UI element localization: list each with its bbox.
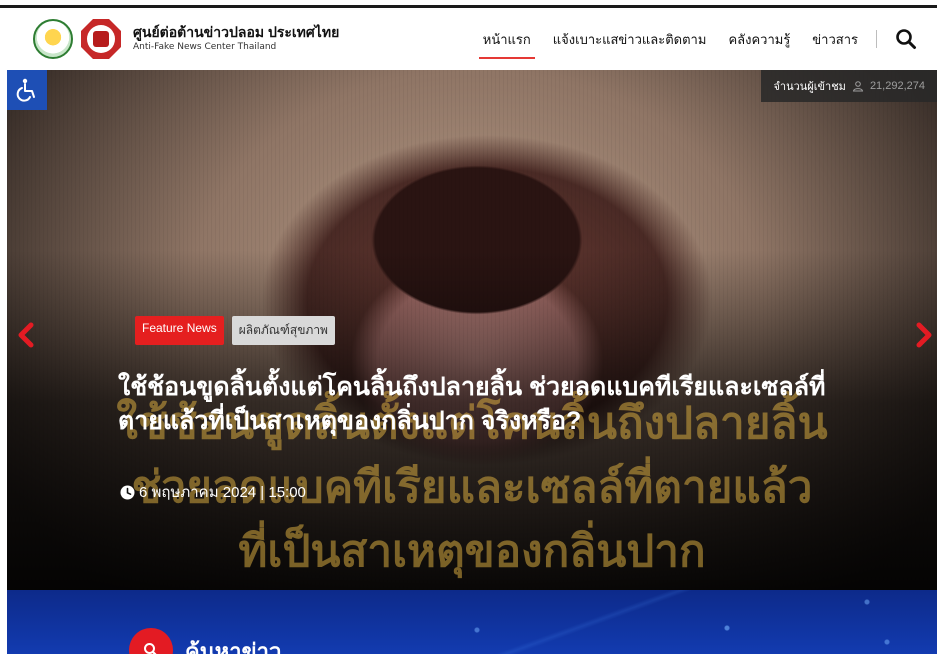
accessibility-button[interactable] (7, 70, 47, 110)
chevron-left-icon[interactable] (16, 322, 36, 348)
nav-divider (876, 30, 877, 48)
article-date-text: 6 พฤษภาคม 2024 | 15:00 (139, 484, 306, 501)
article-tags: Feature News ผลิตภัณฑ์สุขภาพ (135, 316, 335, 345)
visitor-label: จำนวนผู้เข้าชม (773, 81, 846, 93)
brand-title-en: Anti-Fake News Center Thailand (133, 41, 277, 52)
article-headline[interactable]: ใช้ช้อนขูดลิ้นตั้งแต่โคนลิ้นถึงปลายลิ้น … (118, 370, 848, 438)
site-header: ศูนย์ต่อต้านข่าวปลอม ประเทศไทย Anti-Fake… (0, 8, 937, 70)
article-date: 6 พฤษภาคม 2024 | 15:00 (120, 480, 306, 504)
wheelchair-icon (16, 78, 35, 102)
brand-title-th: ศูนย์ต่อต้านข่าวปลอม ประเทศไทย (133, 24, 340, 41)
nav-news[interactable]: ข่าวสาร (812, 8, 858, 70)
tag-health-products[interactable]: ผลิตภัณฑ์สุขภาพ (231, 316, 335, 345)
nav-home[interactable]: หน้าแรก (478, 8, 535, 70)
user-icon (852, 81, 864, 92)
top-border (0, 0, 937, 8)
nav-knowledge[interactable]: คลังความรู้ (728, 8, 790, 70)
nav-report-news[interactable]: แจ้งเบาะแสข่าวและติดตาม (553, 8, 707, 70)
visitor-counter: จำนวนผู้เข้าชม 21,292,274 (761, 70, 937, 102)
chevron-right-icon[interactable] (914, 322, 934, 348)
government-seal-logo (33, 19, 73, 59)
visitor-count: 21,292,274 (869, 80, 925, 92)
logo-group[interactable]: ศูนย์ต่อต้านข่าวปลอม ประเทศไทย Anti-Fake… (33, 19, 339, 59)
anti-fake-news-logo (81, 19, 121, 59)
main-nav: หน้าแรก แจ้งเบาะแสข่าวและติดตาม คลังความ… (461, 8, 917, 70)
search-icon[interactable] (895, 28, 917, 50)
search-news-section: ค้นหาข่าว (7, 590, 937, 654)
clock-icon (120, 485, 135, 499)
hero-image-text-line-3: ที่เป็นสาเหตุของกลิ่นปาก (238, 527, 706, 576)
search-news-title: ค้นหาข่าว (185, 639, 282, 654)
tag-feature-news[interactable]: Feature News (135, 316, 224, 345)
search-news-icon[interactable] (129, 628, 173, 654)
brand: ศูนย์ต่อต้านข่าวปลอม ประเทศไทย Anti-Fake… (133, 24, 340, 52)
